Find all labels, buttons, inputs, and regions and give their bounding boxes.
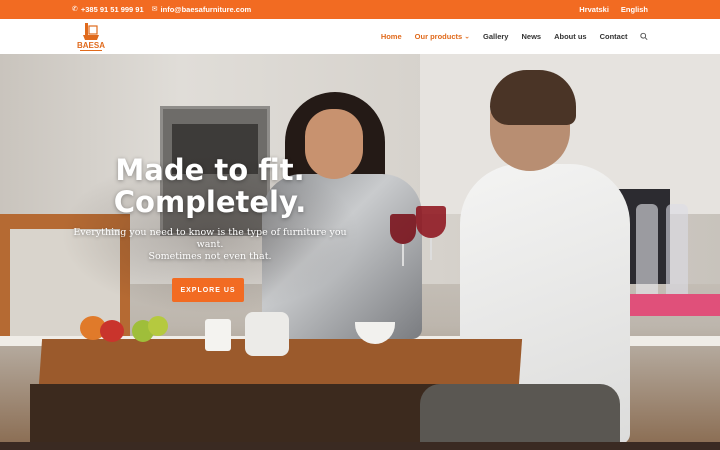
hero-headline-line1: Made to fit.: [115, 153, 305, 187]
nav-contact-label: Contact: [599, 32, 628, 41]
nav-about-us[interactable]: About us: [548, 32, 594, 41]
phone-contact[interactable]: ✆ +385 91 51 999 91: [72, 5, 144, 14]
nav-contact[interactable]: Contact: [593, 32, 634, 41]
nav-about-us-label: About us: [554, 32, 587, 41]
hero-banner: Made to fit. Completely. Everything you …: [0, 54, 720, 442]
nav-home[interactable]: Home: [374, 32, 408, 41]
top-bar: ✆ +385 91 51 999 91 ✉ info@baesafurnitur…: [0, 0, 720, 19]
baesa-logo-icon: BAESA: [77, 22, 105, 51]
hero-headline-line2: Completely.: [113, 185, 307, 219]
hero-headline: Made to fit. Completely.: [60, 154, 360, 218]
bottom-strip: [0, 442, 720, 450]
nav-our-products[interactable]: Our products ⌄: [408, 32, 476, 41]
email-contact[interactable]: ✉ info@baesafurniture.com: [152, 5, 252, 14]
language-switcher: Hrvatski English: [579, 5, 648, 14]
main-navigation: Home Our products ⌄ Gallery News About u…: [374, 30, 648, 44]
nav-home-label: Home: [380, 32, 402, 41]
hero-subtitle-line3: Sometimes not even that.: [148, 251, 272, 262]
search-icon: [640, 32, 648, 41]
envelope-icon: ✉: [151, 6, 158, 13]
site-logo[interactable]: BAESA: [74, 21, 108, 53]
hero-subtitle-line2: want.: [196, 239, 224, 250]
email-address: info@baesafurniture.com: [160, 5, 252, 14]
language-link-english[interactable]: English: [621, 5, 648, 14]
hero-subtitle-line1: Everything you need to know is the type …: [73, 227, 347, 238]
explore-us-button[interactable]: EXPLORE US: [172, 278, 244, 302]
nav-our-products-label: Our products: [414, 32, 463, 41]
phone-number: +385 91 51 999 91: [80, 5, 144, 14]
nav-news-label: News: [521, 32, 542, 41]
hero-subtitle: Everything you need to know is the type …: [70, 227, 350, 263]
nav-news[interactable]: News: [515, 32, 548, 41]
chevron-down-icon: ⌄: [464, 33, 471, 40]
svg-text:BAESA: BAESA: [77, 41, 105, 50]
site-header: BAESA Home Our products ⌄ Gallery News A…: [0, 19, 720, 54]
search-button[interactable]: [634, 30, 648, 44]
phone-icon: ✆: [72, 6, 78, 13]
nav-gallery[interactable]: Gallery: [477, 32, 515, 41]
nav-gallery-label: Gallery: [483, 32, 509, 41]
language-link-hrvatski[interactable]: Hrvatski: [579, 5, 609, 14]
